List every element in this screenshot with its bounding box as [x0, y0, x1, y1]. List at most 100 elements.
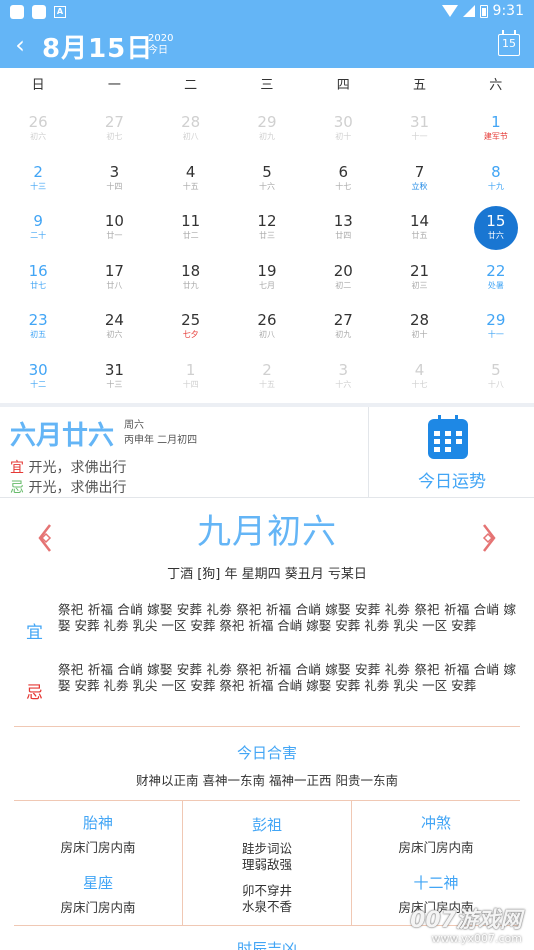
calendar-day[interactable]: 30 初十	[305, 104, 381, 154]
calendar-day[interactable]: 6 十七	[305, 154, 381, 204]
day-number: 24	[104, 311, 124, 329]
calendar-day[interactable]: 27 初七	[76, 104, 152, 154]
calendar-day[interactable]: 19 七月	[229, 253, 305, 303]
calendar-day[interactable]: 17 廿八	[76, 253, 152, 303]
day-lunar: 廿一	[106, 231, 123, 240]
calendar-day[interactable]: 7 立秋	[381, 154, 457, 204]
calendar-icon	[428, 415, 468, 459]
day-number: 5	[491, 360, 501, 379]
calendar-day[interactable]: 4 十七	[381, 352, 457, 402]
avoid-text: 开光，求佛出行	[24, 480, 127, 496]
calendar-day[interactable]: 25 七夕	[153, 302, 229, 352]
app-notification-icon: A	[54, 6, 66, 18]
detail-lunar-title: 九月初六	[197, 512, 337, 552]
notification-icon	[10, 5, 24, 19]
calendar-day[interactable]: 31 十一	[381, 104, 457, 154]
calendar-day[interactable]: 23 初五	[0, 302, 76, 352]
day-number: 13	[333, 212, 353, 230]
calendar-day[interactable]: 29 初九	[229, 104, 305, 154]
suitable-label: 宜	[26, 623, 43, 643]
calendar-day[interactable]: 24 初六	[76, 302, 152, 352]
avoid-summary: 忌 开光，求佛出行	[10, 477, 126, 497]
day-number: 11	[181, 212, 201, 230]
xingzuo-text: 房床门房内南	[60, 900, 136, 915]
day-lunar: 初九	[335, 330, 352, 339]
calendar-day[interactable]: 9 二十	[0, 203, 76, 253]
calendar-day[interactable]: 26 初八	[229, 302, 305, 352]
calendar-day[interactable]: 30 十二	[0, 352, 76, 402]
day-lunar: 廿九	[182, 280, 199, 290]
status-notification-icons: A	[10, 5, 66, 19]
calendar-day[interactable]: 5 十六	[229, 154, 305, 204]
calendar-day[interactable]: 5 十八	[458, 352, 534, 402]
day-lunar: 二十	[30, 231, 47, 240]
day-lunar: 十四	[182, 379, 199, 389]
day-number: 31	[410, 113, 430, 131]
calendar-today-icon[interactable]: 15	[498, 30, 520, 56]
calendar-day[interactable]: 10 廿一	[76, 203, 152, 253]
day-number: 25	[181, 311, 201, 329]
back-arrow-icon[interactable]: ‹	[8, 30, 32, 60]
day-number: 8	[491, 162, 501, 181]
weekday-header: 日 一 二 三 四 五 六	[0, 68, 534, 104]
day-number: 18	[181, 261, 201, 280]
day-number: 26	[257, 311, 277, 329]
avoid-label: 忌	[26, 683, 43, 703]
calendar-day[interactable]: 18 廿九	[153, 253, 229, 303]
day-lunar: 立秋	[411, 181, 428, 191]
hehai-title: 今日合害	[236, 744, 297, 762]
calendar-day[interactable]: 3 十六	[305, 352, 381, 402]
day-number: 21	[410, 261, 430, 280]
calendar-day[interactable]: 29 十一	[458, 302, 534, 352]
next-day-arrow-icon[interactable]	[478, 523, 498, 553]
calendar-day[interactable]: 26 初六	[0, 104, 76, 154]
today-fortune-button[interactable]: 今日运势	[370, 407, 534, 497]
calendar-day[interactable]: 28 初十	[381, 302, 457, 352]
calendar-day[interactable]: 31 十三	[76, 352, 152, 402]
weekday-label: 日	[31, 78, 45, 93]
lunar-info-panel: 六月廿六 周六 丙申年 二月初四 宜 开光，求佛出行 忌 开光，求佛出行 今日运…	[0, 407, 534, 497]
calendar-day[interactable]: 20 初二	[305, 253, 381, 303]
day-lunar: 初三	[411, 280, 428, 290]
calendar-day[interactable]: 14 廿五	[381, 203, 457, 253]
calendar-day[interactable]: 12 廿三	[229, 203, 305, 253]
calendar-day[interactable]: 1 建军节	[458, 104, 534, 154]
day-number: 29	[486, 311, 506, 329]
calendar-day[interactable]: 13 廿四	[305, 203, 381, 253]
status-system-icons: 9:31	[441, 3, 524, 19]
avoid-mark: 忌	[10, 480, 24, 496]
day-number: 29	[257, 113, 277, 131]
suitable-text: 开光，求佛出行	[24, 460, 127, 476]
day-number: 20	[333, 261, 353, 280]
day-lunar: 初六	[30, 132, 47, 141]
pengzu-line: 理弱敌强	[241, 857, 292, 872]
day-lunar: 十七	[335, 181, 352, 191]
calendar-day[interactable]: 28 初八	[153, 104, 229, 154]
calendar-day[interactable]: 8 十九	[458, 154, 534, 204]
calendar-day[interactable]: 22 处暑	[458, 253, 534, 303]
day-number: 1	[491, 113, 501, 131]
chongsha-title: 冲煞	[420, 814, 451, 832]
day-number: 16	[28, 261, 48, 280]
day-number: 30	[333, 113, 353, 131]
day-lunar: 廿六	[487, 231, 504, 240]
calendar-day[interactable]: 2 十三	[0, 154, 76, 204]
calendar-day[interactable]: 27 初九	[305, 302, 381, 352]
day-number: 4	[185, 162, 196, 181]
signal-icon	[462, 5, 475, 17]
day-lunar: 廿三	[258, 231, 275, 240]
calendar-day-selected[interactable]: 15 廿六	[458, 203, 534, 253]
calendar-day[interactable]: 3 十四	[76, 154, 152, 204]
day-lunar: 十三	[106, 379, 123, 389]
day-lunar: 十四	[106, 181, 123, 191]
calendar-day[interactable]: 4 十五	[153, 154, 229, 204]
calendar-day[interactable]: 11 廿二	[153, 203, 229, 253]
day-lunar: 十五	[182, 181, 199, 191]
calendar-day[interactable]: 21 初三	[381, 253, 457, 303]
day-number: 7	[414, 162, 425, 181]
calendar-day[interactable]: 1 十四	[153, 352, 229, 402]
calendar-day[interactable]: 2 十五	[229, 352, 305, 402]
weekday-label: 三	[260, 78, 274, 93]
calendar-day[interactable]: 16 廿七	[0, 253, 76, 303]
day-lunar: 初六	[106, 330, 123, 339]
